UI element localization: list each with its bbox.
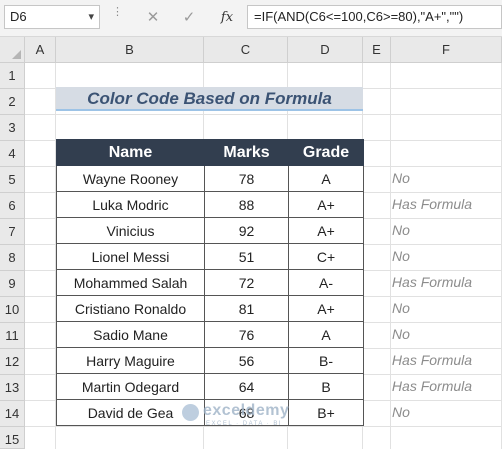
formula-bar: D6 ▾ ⋮ ✕ ✓ fx =IF(AND(C6<=100,C6>=80),"A… — [0, 0, 502, 37]
row-header-5[interactable]: 5 — [0, 167, 25, 193]
row-header-14[interactable]: 14 — [0, 401, 25, 427]
row-header-10[interactable]: 10 — [0, 297, 25, 323]
formula-check-cell[interactable]: Has Formula — [372, 274, 492, 290]
name-cell[interactable]: Wayne Rooney — [56, 165, 205, 192]
name-cell[interactable]: Mohammed Salah — [56, 269, 205, 296]
row-header-6[interactable]: 6 — [0, 193, 25, 219]
gridline — [25, 114, 502, 115]
select-all-button[interactable] — [0, 37, 25, 63]
table-row: Lionel Messi 51 C+ — [56, 243, 364, 270]
column-header-b[interactable]: B — [56, 37, 204, 63]
name-cell[interactable]: Lionel Messi — [56, 243, 205, 270]
formula-check-cell[interactable]: Has Formula — [372, 378, 492, 394]
marks-cell[interactable]: 78 — [204, 165, 289, 192]
column-header-c[interactable]: C — [204, 37, 288, 63]
formula-check-cell[interactable]: No — [341, 404, 461, 420]
row-header-3[interactable]: 3 — [0, 115, 25, 141]
row-header-7[interactable]: 7 — [0, 219, 25, 245]
row-header-8[interactable]: 8 — [0, 245, 25, 271]
marks-cell[interactable]: 81 — [204, 295, 289, 322]
formula-check-cell[interactable]: No — [341, 248, 461, 264]
chevron-down-icon[interactable]: ▾ — [88, 6, 94, 28]
column-header-d[interactable]: D — [288, 37, 363, 63]
table-row: Cristiano Ronaldo 81 A+ — [56, 295, 364, 322]
formula-check-cell[interactable]: Has Formula — [372, 352, 492, 368]
row-header-11[interactable]: 11 — [0, 323, 25, 349]
name-cell[interactable]: Luka Modric — [56, 191, 205, 218]
table-header-row: Name Marks Grade — [56, 139, 364, 166]
name-box-value: D6 — [10, 9, 27, 24]
table-row: Vinicius 92 A+ — [56, 217, 364, 244]
row-header-1[interactable]: 1 — [0, 63, 25, 89]
row-header-15[interactable]: 15 — [0, 427, 25, 449]
sheet-title[interactable]: Color Code Based on Formula — [56, 87, 363, 111]
header-marks[interactable]: Marks — [204, 139, 289, 166]
marks-cell[interactable]: 64 — [204, 373, 289, 400]
row-header-2[interactable]: 2 — [0, 89, 25, 115]
formula-input[interactable]: =IF(AND(C6<=100,C6>=80),"A+","") — [247, 5, 502, 29]
table-row: Harry Maguire 56 B- — [56, 347, 364, 374]
check-icon[interactable]: ✓ — [179, 8, 199, 28]
marks-cell[interactable]: 92 — [204, 217, 289, 244]
row-header-4[interactable]: 4 — [0, 141, 25, 167]
name-cell[interactable]: Sadio Mane — [56, 321, 205, 348]
drag-handle-icon[interactable]: ⋮ — [112, 7, 123, 18]
name-box[interactable]: D6 ▾ — [4, 5, 100, 29]
table-row: Martin Odegard 64 B — [56, 373, 364, 400]
row-header-9[interactable]: 9 — [0, 271, 25, 297]
watermark-brand: exceldemy — [203, 402, 290, 419]
column-header-f[interactable]: F — [391, 37, 502, 63]
fx-icon: fx — [220, 10, 234, 25]
table-row: Wayne Rooney 78 A — [56, 165, 364, 192]
grade-cell[interactable]: A- — [288, 269, 364, 296]
exceldemy-logo-icon — [182, 404, 199, 421]
column-header-e[interactable]: E — [363, 37, 391, 63]
formula-check-cell[interactable]: No — [341, 326, 461, 342]
grade-cell[interactable]: B — [288, 373, 364, 400]
name-cell[interactable]: Martin Odegard — [56, 373, 205, 400]
formula-check-cell[interactable]: Has Formula — [372, 196, 492, 212]
row-header-13[interactable]: 13 — [0, 375, 25, 401]
insert-function-button[interactable]: fx — [217, 8, 237, 28]
grade-cell[interactable]: B- — [288, 347, 364, 374]
marks-cell[interactable]: 76 — [204, 321, 289, 348]
table-row: Mohammed Salah 72 A- — [56, 269, 364, 296]
column-header-a[interactable]: A — [25, 37, 56, 63]
name-cell[interactable]: Harry Maguire — [56, 347, 205, 374]
header-grade[interactable]: Grade — [288, 139, 364, 166]
table-row: Luka Modric 88 A+ — [56, 191, 364, 218]
close-icon[interactable]: ✕ — [143, 8, 163, 28]
marks-cell[interactable]: 88 — [204, 191, 289, 218]
row-header-12[interactable]: 12 — [0, 349, 25, 375]
table-row: Sadio Mane 76 A — [56, 321, 364, 348]
grades-table: Name Marks Grade Wayne Rooney 78 A Luka … — [56, 139, 364, 426]
formula-check-cell[interactable]: No — [341, 300, 461, 316]
header-name[interactable]: Name — [56, 139, 205, 166]
marks-cell[interactable]: 51 — [204, 243, 289, 270]
grade-cell[interactable]: A+ — [288, 191, 364, 218]
name-cell[interactable]: Cristiano Ronaldo — [56, 295, 205, 322]
watermark-tagline: EXCEL · DATA · BI — [206, 421, 283, 427]
name-cell[interactable]: Vinicius — [56, 217, 205, 244]
formula-check-cell[interactable]: No — [341, 222, 461, 238]
marks-cell[interactable]: 56 — [204, 347, 289, 374]
marks-cell[interactable]: 72 — [204, 269, 289, 296]
formula-check-cell[interactable]: No — [341, 170, 461, 186]
